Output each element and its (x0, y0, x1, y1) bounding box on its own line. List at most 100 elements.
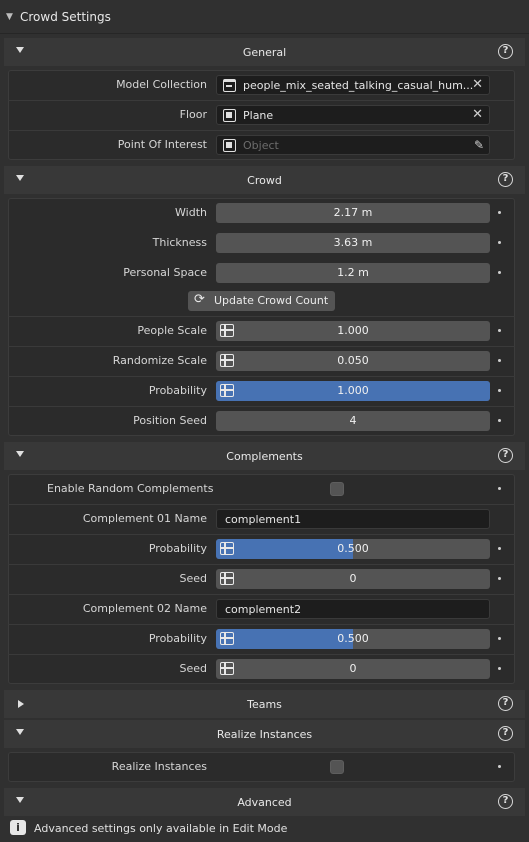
decorator-dot[interactable] (498, 389, 501, 392)
chevron-down-icon: ▼ (6, 11, 13, 22)
clear-icon[interactable]: ✕ (472, 77, 483, 92)
eyedropper-icon[interactable]: ✎ (474, 138, 484, 152)
realize-instances-checkbox[interactable] (330, 760, 344, 774)
clear-icon[interactable]: ✕ (472, 107, 483, 122)
help-icon[interactable]: ? (498, 44, 513, 59)
help-icon[interactable]: ? (498, 172, 513, 187)
decorator-dot[interactable] (498, 547, 501, 550)
decorator-dot[interactable] (498, 359, 501, 362)
complement-01-seed-slider[interactable]: 0 (216, 569, 490, 589)
slider-value: 1.000 (337, 324, 369, 337)
subpanel-crowd-header[interactable]: Crowd ? (4, 166, 525, 194)
subpanel-title: Teams (247, 697, 282, 711)
probability-row: Probability 1.000 (0, 378, 529, 404)
width-slider[interactable]: 2.17 m (216, 203, 490, 223)
decorator-dot[interactable] (498, 241, 501, 244)
divider (8, 594, 515, 595)
decorator-dot[interactable] (498, 637, 501, 640)
divider (8, 406, 515, 407)
expand-triangle-icon (16, 451, 24, 457)
help-icon[interactable]: ? (498, 696, 513, 711)
slider-value: 0 (349, 662, 357, 675)
expand-triangle-icon (16, 47, 24, 53)
decorator-dot[interactable] (498, 577, 501, 580)
decorator-dot[interactable] (498, 271, 501, 274)
decorator-dot[interactable] (498, 667, 501, 670)
divider (8, 504, 515, 505)
complement-01-probability-slider[interactable]: 0.500 (216, 539, 490, 559)
decorator-dot[interactable] (498, 765, 501, 768)
subpanel-teams-header[interactable]: Teams ? (4, 690, 525, 718)
field-label: Complement 02 Name (82, 602, 207, 615)
enable-random-complements-checkbox[interactable] (330, 482, 344, 496)
subpanel-title: Crowd (247, 173, 282, 187)
slider-value: 3.63 m (333, 236, 373, 249)
probability-slider[interactable]: 1.000 (216, 381, 490, 401)
subpanel-complements-header[interactable]: Complements ? (4, 442, 525, 470)
update-crowd-count-button[interactable]: ⟳ Update Crowd Count (188, 291, 335, 311)
complement-02-seed-slider[interactable]: 0 (216, 659, 490, 679)
slider-value: 0.050 (337, 354, 369, 367)
divider (8, 624, 515, 625)
field-label: Complement 01 Name (82, 512, 207, 525)
field-label: Enable Random Complements (47, 482, 214, 495)
complement-02-seed-row: Seed 0 (0, 656, 529, 682)
subpanel-realize-header[interactable]: Realize Instances ? (4, 720, 525, 748)
subpanel-title: General (242, 45, 287, 59)
model-collection-field[interactable]: people_mix_seated_talking_casual_hum... … (216, 75, 490, 95)
help-icon[interactable]: ? (498, 794, 513, 809)
field-label: Point Of Interest (117, 138, 207, 151)
field-label: Seed (179, 662, 208, 675)
info-message: Advanced settings only available in Edit… (34, 822, 288, 835)
expand-triangle-icon (16, 797, 24, 803)
divider (8, 654, 515, 655)
field-label: Probability (148, 384, 207, 397)
complement-02-probability-slider[interactable]: 0.500 (216, 629, 490, 649)
poi-field[interactable]: Object ✎ (216, 135, 490, 155)
field-label: Model Collection (116, 78, 207, 91)
field-label: Position Seed (133, 414, 207, 427)
complement-01-name-input[interactable]: complement1 (216, 509, 490, 529)
decorator-dot[interactable] (498, 487, 501, 490)
panel-title: Crowd Settings (20, 9, 111, 24)
subpanel-title: Complements (226, 449, 303, 463)
field-label: Randomize Scale (112, 354, 207, 367)
complement-02-probability-row: Probability 0.500 (0, 626, 529, 652)
enable-random-complements-row: Enable Random Complements (0, 476, 529, 502)
thickness-slider[interactable]: 3.63 m (216, 233, 490, 253)
personal-space-slider[interactable]: 1.2 m (216, 263, 490, 283)
field-label: Realize Instances (111, 760, 207, 773)
thickness-row: Thickness 3.63 m (0, 230, 529, 256)
field-label: Floor (179, 108, 207, 121)
decorator-dot[interactable] (498, 211, 501, 214)
help-icon[interactable]: ? (498, 726, 513, 741)
divider (8, 316, 515, 317)
people-scale-slider[interactable]: 1.000 (216, 321, 490, 341)
poi-row: Point Of Interest Object ✎ (0, 132, 529, 158)
subpanel-general-header[interactable]: General ? (4, 38, 525, 66)
field-label: Thickness (152, 236, 207, 249)
divider (8, 346, 515, 347)
decorator-dot[interactable] (498, 419, 501, 422)
randomize-scale-slider[interactable]: 0.050 (216, 351, 490, 371)
floor-field[interactable]: Plane ✕ (216, 105, 490, 125)
divider (8, 564, 515, 565)
divider (8, 376, 515, 377)
subpanel-advanced-header[interactable]: Advanced ? (4, 788, 525, 816)
field-value: complement1 (225, 513, 302, 526)
slider-value: 1.2 m (337, 266, 369, 279)
complement-01-name-row: Complement 01 Name complement1 (0, 506, 529, 532)
floor-row: Floor Plane ✕ (0, 102, 529, 128)
decorator-dot[interactable] (498, 329, 501, 332)
field-value: people_mix_seated_talking_casual_hum... (243, 79, 474, 92)
personal-space-row: Personal Space 1.2 m (0, 260, 529, 286)
field-label: Personal Space (123, 266, 207, 279)
divider (8, 130, 515, 131)
collapse-triangle-icon (18, 700, 24, 708)
refresh-icon: ⟳ (194, 292, 205, 307)
help-icon[interactable]: ? (498, 448, 513, 463)
position-seed-slider[interactable]: 4 (216, 411, 490, 431)
complement-02-name-input[interactable]: complement2 (216, 599, 490, 619)
crowd-settings-header[interactable]: ▼ Crowd Settings (0, 0, 529, 34)
field-placeholder: Object (243, 139, 279, 152)
